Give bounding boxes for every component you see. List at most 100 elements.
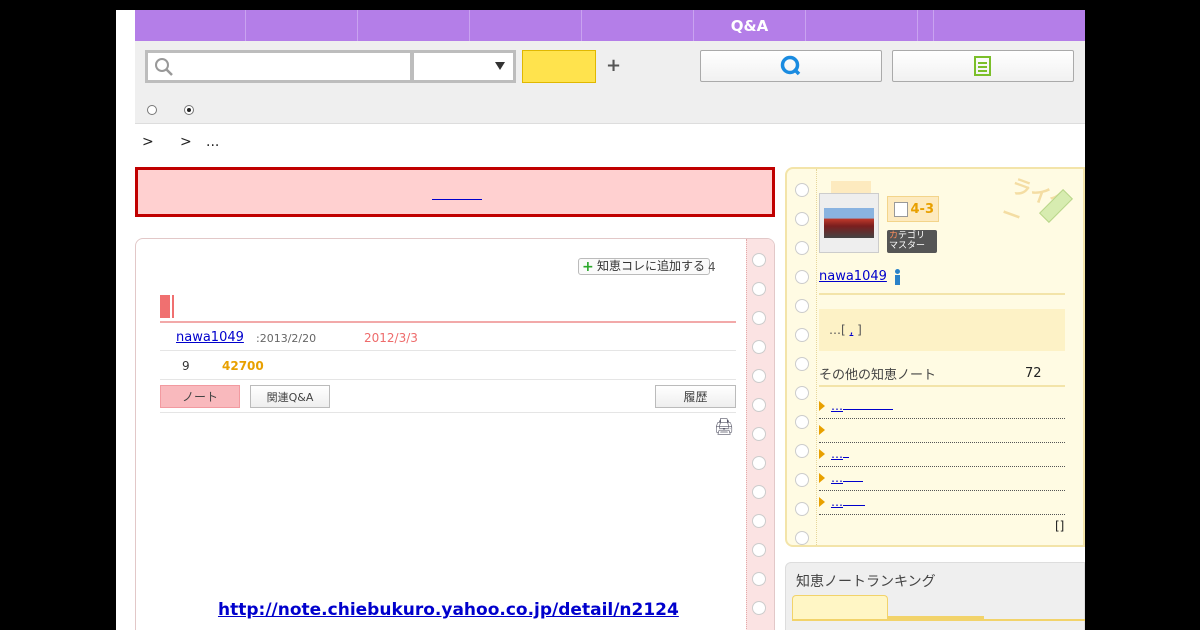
binder-hole <box>795 444 809 458</box>
category-master-badge: カテゴリ マスター <box>887 230 937 253</box>
search-icon <box>155 58 173 76</box>
created-date: :2013/2/20 <box>256 332 317 345</box>
binder-hole <box>795 415 809 429</box>
ranking-tab-1[interactable] <box>792 595 888 619</box>
print-icon[interactable]: 🖨 <box>714 417 734 436</box>
link-underline <box>843 505 865 506</box>
binder-hole <box>752 543 766 557</box>
breadcrumb: > > ... <box>142 134 219 150</box>
updated-date: 2012/3/3 <box>364 331 418 345</box>
binder-hole <box>795 299 809 313</box>
note-url-link[interactable]: http://note.chiebukuro.yahoo.co.jp/detai… <box>218 600 679 620</box>
binder-hole <box>752 601 766 615</box>
note-icon <box>974 56 991 76</box>
chevron-down-icon <box>495 62 505 70</box>
binder-hole <box>795 502 809 516</box>
binder-hole <box>752 311 766 325</box>
list-item: … <box>819 395 1065 419</box>
binder-hole <box>795 386 809 400</box>
nav-item-9[interactable] <box>934 10 1085 41</box>
writer-intro: …[ , ] <box>819 309 1065 351</box>
level-badge: 4-3 <box>887 196 939 222</box>
breadcrumb-sep-1: > <box>142 134 154 150</box>
other-note-link[interactable]: … <box>831 495 843 509</box>
binder-holes <box>787 169 817 545</box>
ask-question-button[interactable] <box>700 50 882 82</box>
other-notes-list: … … … … <box>819 395 1065 515</box>
nav-item-7[interactable] <box>806 10 918 41</box>
note-stats: 9 42700 <box>160 351 736 380</box>
other-notes-count: 72 <box>1025 366 1042 381</box>
note-panel: + 知恵コレに追加する 4 nawa1049 :2013/2/20 2012/3… <box>135 238 775 630</box>
nav-item-qa[interactable]: Q&A <box>694 10 806 41</box>
add-to-collection-label: 知恵コレに追加する <box>597 259 706 273</box>
breadcrumb-current: ... <box>206 134 220 150</box>
intro-link[interactable]: , <box>850 323 854 337</box>
alert-box <box>135 167 775 217</box>
divider <box>819 293 1065 295</box>
title-marker <box>160 295 174 318</box>
nav-item-4[interactable] <box>470 10 582 41</box>
nav-item-2[interactable] <box>246 10 358 41</box>
note-tabs: ノート 関連Q&A 履歴 <box>160 385 736 413</box>
list-item: … <box>819 443 1065 467</box>
binder-hole <box>752 340 766 354</box>
global-nav: Q&A <box>135 10 1085 41</box>
binder-hole <box>795 531 809 545</box>
intro-suffix: ] <box>857 323 862 337</box>
search-scope-radio-2[interactable] <box>184 105 194 115</box>
tab-related-qa[interactable]: 関連Q&A <box>250 385 330 408</box>
note-meta: nawa1049 :2013/2/20 2012/3/3 <box>160 323 736 351</box>
other-note-link[interactable]: … <box>831 447 843 461</box>
writer-username-link[interactable]: nawa1049 <box>819 269 887 284</box>
list-item: … <box>819 491 1065 515</box>
badge-first-char: カ <box>889 231 899 241</box>
nav-item-5[interactable] <box>582 10 694 41</box>
other-note-link[interactable]: … <box>831 471 843 485</box>
tab-note[interactable]: ノート <box>160 385 240 408</box>
nav-item-1[interactable] <box>135 10 246 41</box>
binder-holes <box>746 239 774 630</box>
person-icon <box>893 269 901 285</box>
binder-hole <box>795 357 809 371</box>
other-note-link[interactable]: … <box>831 399 843 413</box>
binder-hole <box>752 253 766 267</box>
badge-line1: テゴリ <box>898 231 926 241</box>
avatar-image <box>824 208 874 238</box>
binder-hole <box>795 212 809 226</box>
binder-hole <box>752 572 766 586</box>
view-count: 42700 <box>222 359 264 373</box>
binder-hole <box>795 241 809 255</box>
plus-icon: + <box>582 259 594 275</box>
level-value: 4-3 <box>910 201 935 217</box>
search-scope-radio-1[interactable] <box>147 105 157 115</box>
tab-history[interactable]: 履歴 <box>655 385 736 408</box>
binder-hole <box>752 514 766 528</box>
add-to-collection-button[interactable]: + 知恵コレに追加する <box>578 258 711 275</box>
book-icon <box>894 202 908 217</box>
good-count: 9 <box>182 359 190 373</box>
binder-hole <box>752 485 766 499</box>
nav-item-3[interactable] <box>358 10 470 41</box>
binder-hole <box>752 456 766 470</box>
more-notes-link[interactable]: [] <box>1055 519 1064 533</box>
search-scope-select[interactable] <box>413 50 516 83</box>
search-button[interactable] <box>522 50 596 83</box>
search-input[interactable] <box>145 50 413 83</box>
badge-line2: マスター <box>889 241 926 251</box>
divider <box>819 385 1065 387</box>
author-link[interactable]: nawa1049 <box>176 330 244 345</box>
nav-item-8[interactable] <box>918 10 934 41</box>
link-underline <box>843 481 863 482</box>
collection-count: 4 <box>708 260 716 274</box>
search-bar: + <box>135 41 1085 124</box>
binder-hole <box>795 183 809 197</box>
avatar[interactable] <box>819 193 879 253</box>
write-note-button[interactable] <box>892 50 1074 82</box>
binder-hole <box>795 270 809 284</box>
plus-icon[interactable]: + <box>606 55 621 76</box>
binder-hole <box>752 369 766 383</box>
alert-link[interactable] <box>432 186 482 200</box>
binder-hole <box>795 473 809 487</box>
binder-hole <box>752 427 766 441</box>
